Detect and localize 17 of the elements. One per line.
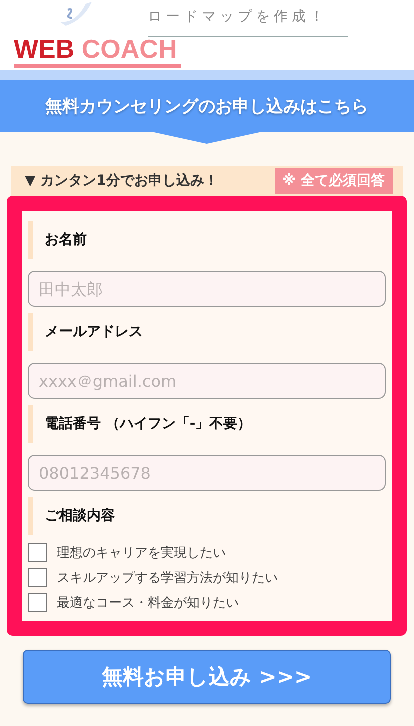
field-label: メールアドレス — [28, 313, 386, 351]
input-field[interactable]: 田中太郎 — [28, 271, 386, 307]
checkbox[interactable] — [28, 543, 47, 562]
field-label: ご相談内容 — [28, 497, 386, 535]
tagline: ロードマップを作成！ — [148, 8, 348, 37]
input-field[interactable]: 08012345678 — [28, 455, 386, 491]
checkbox[interactable] — [28, 593, 47, 612]
form-heading: ▼ カンタン1分でお申し込み！ — [25, 172, 218, 190]
required-badge: ※ 全て必須回答 — [274, 168, 393, 194]
checkbox-label[interactable]: 理想のキャリアを実現したい — [57, 544, 226, 562]
field-label: 電話番号 （ハイフン「-」不要） — [28, 405, 386, 443]
checkbox-label[interactable]: 最適なコース・料金が知りたい — [57, 594, 239, 612]
checkbox-label[interactable]: スキルアップする学習方法が知りたい — [57, 568, 278, 586]
input-field[interactable]: xxxx＠gmail.com — [28, 363, 386, 399]
checkbox[interactable] — [28, 568, 47, 587]
field-label: お名前 — [28, 221, 386, 259]
banner-title: 無料カウンセリングのお申し込みはこちら — [46, 96, 368, 118]
